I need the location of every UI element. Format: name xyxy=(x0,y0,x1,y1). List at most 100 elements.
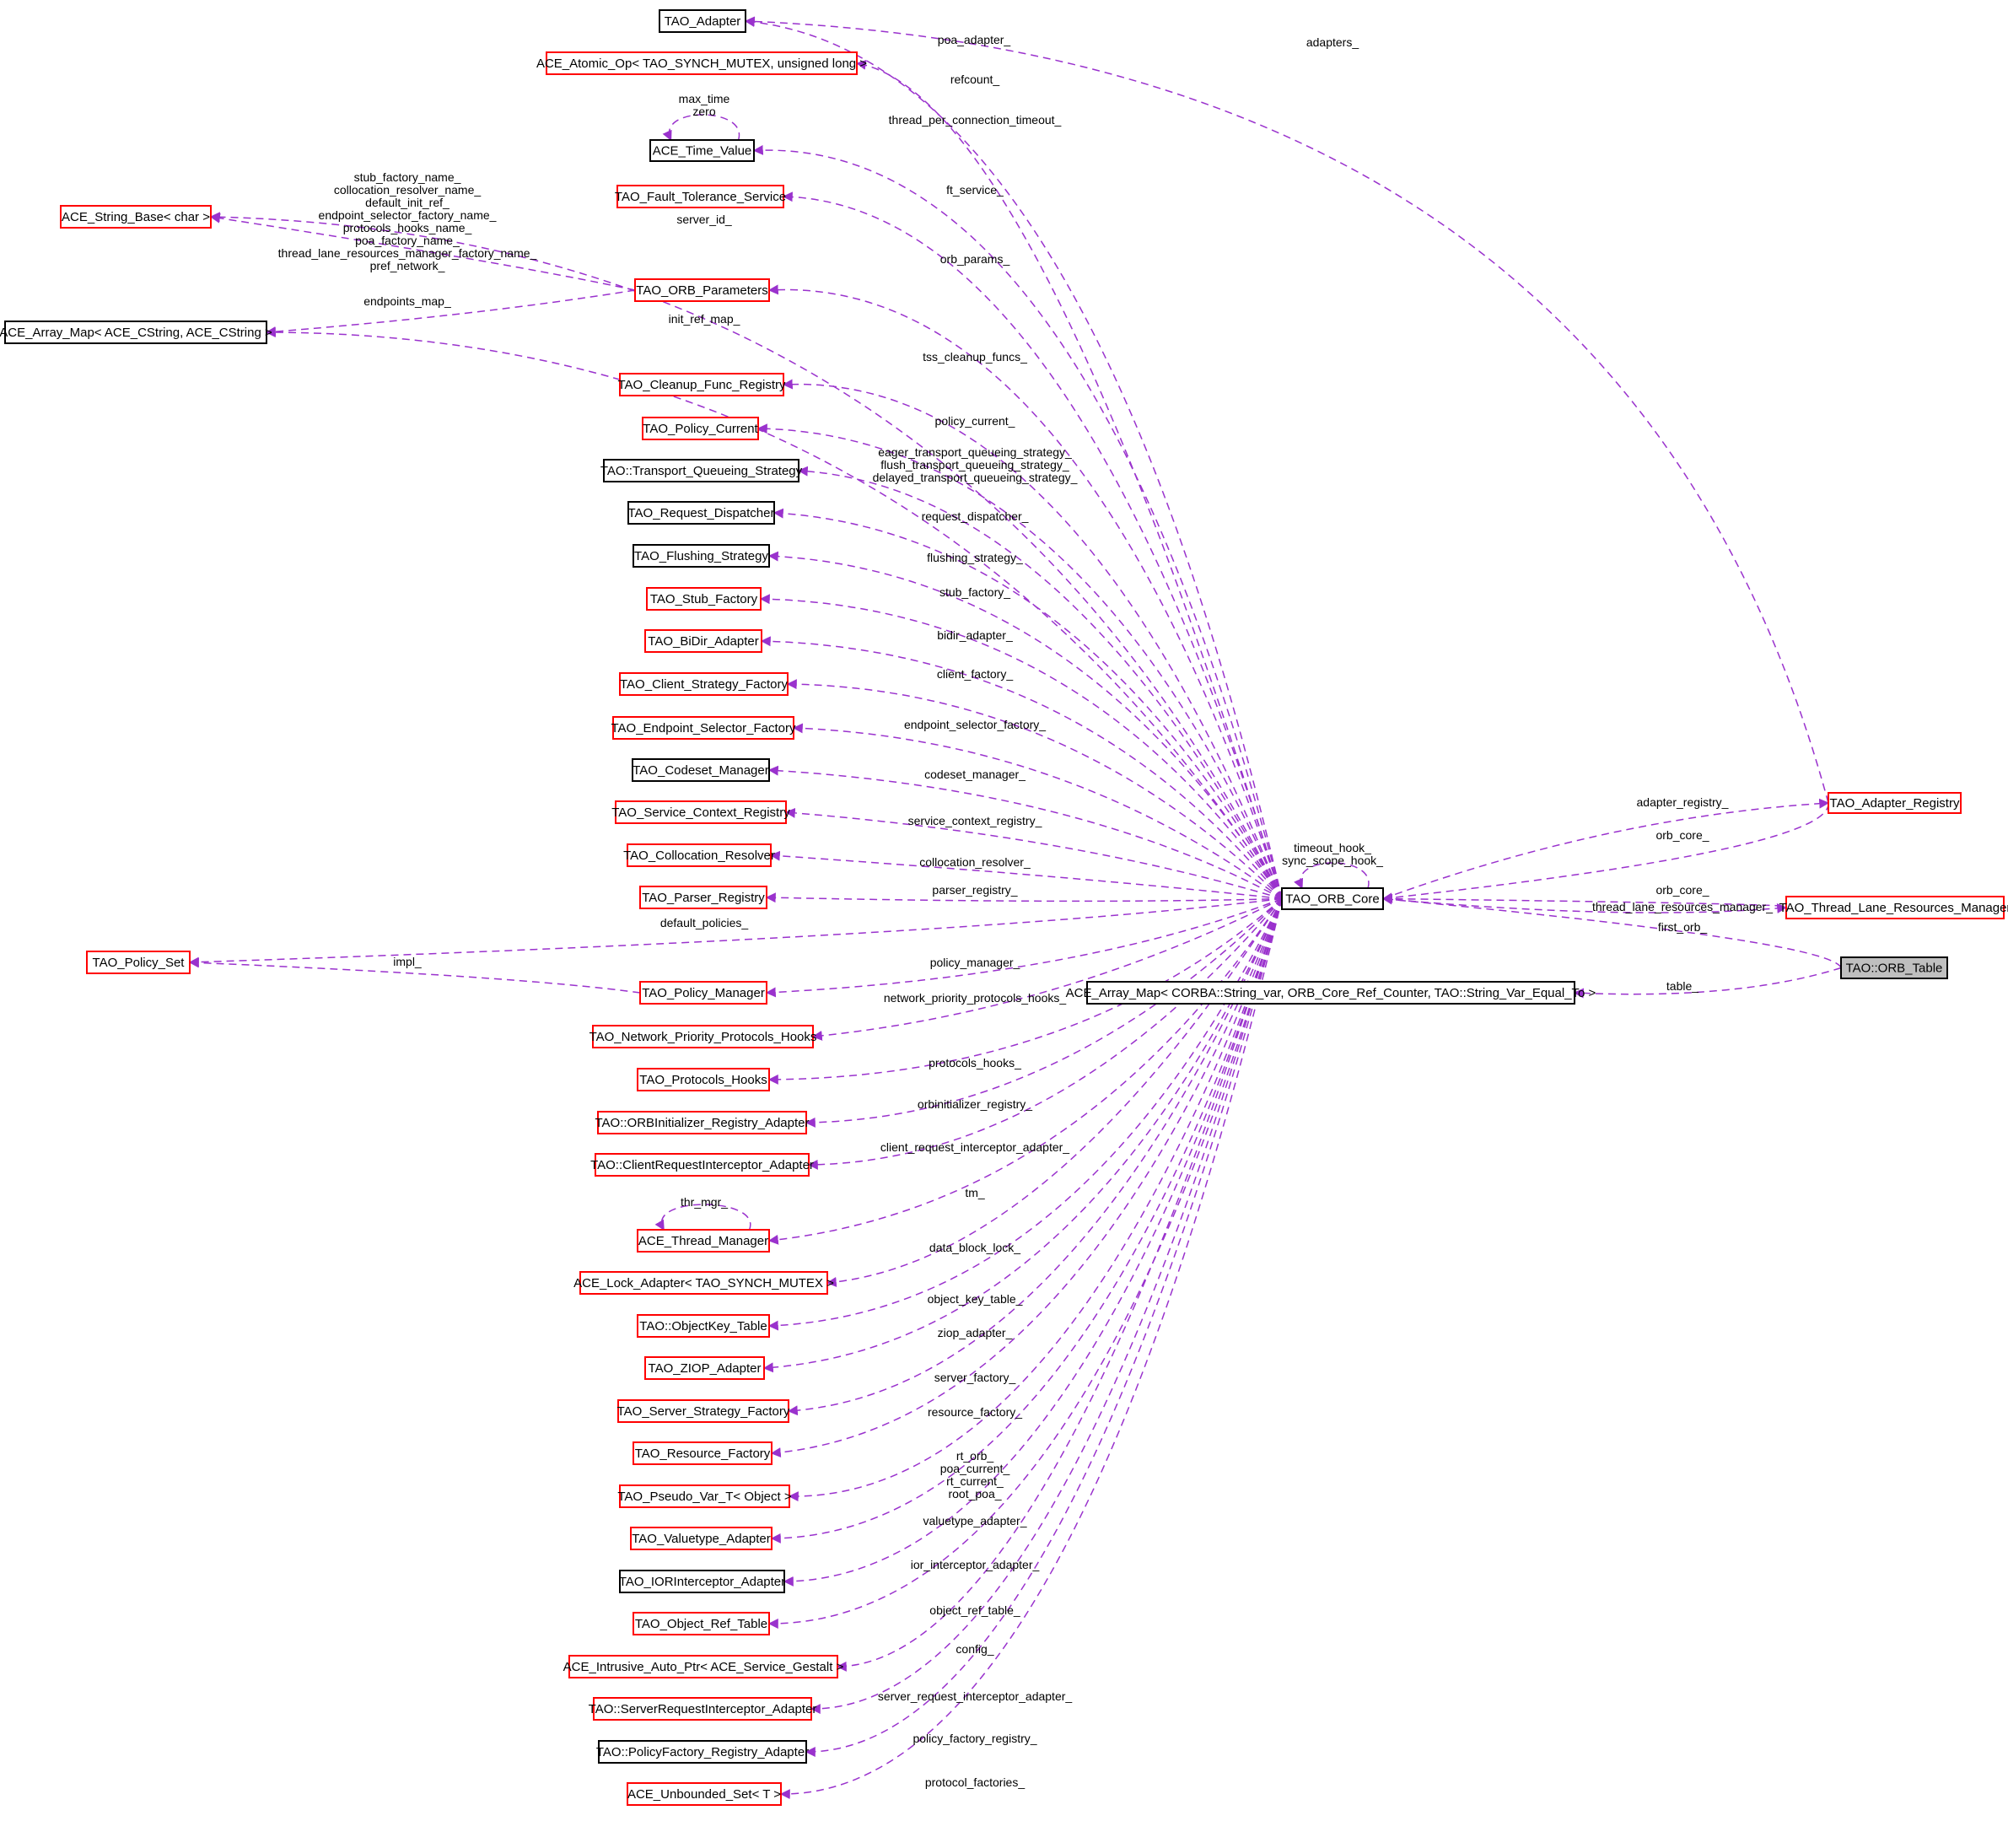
edge-label: orb_params_ xyxy=(940,252,1010,266)
node-tao-request-dispatcher[interactable]: TAO_Request_Dispatcher xyxy=(627,501,775,525)
edge-label: policy_factory_registry_ xyxy=(912,1732,1036,1745)
node-tao-resource-factory[interactable]: TAO_Resource_Factory xyxy=(633,1441,773,1465)
edge-label: object_key_table_ xyxy=(928,1292,1023,1306)
node-ace-array-map-corba[interactable]: ACE_Array_Map< CORBA::String_var, ORB_Co… xyxy=(1066,981,1596,1005)
edge-label: flushing_strategy_ xyxy=(927,551,1023,564)
node-tao-pseudo-var-t[interactable]: TAO_Pseudo_Var_T< Object > xyxy=(617,1484,792,1508)
edge-label: thread_lane_resources_manager_factory_na… xyxy=(278,246,537,260)
node-tao-policy-current[interactable]: TAO_Policy_Current xyxy=(642,417,759,440)
edge-label: default_init_ref_ xyxy=(365,196,450,209)
node-tao-cleanup-func-registry[interactable]: TAO_Cleanup_Func_Registry xyxy=(618,373,786,396)
edge-label: pref_network_ xyxy=(370,259,445,272)
edge-label: rt_orb_ xyxy=(956,1449,994,1463)
edge-label: endpoint_selector_factory_ xyxy=(904,718,1046,731)
node-label: TAO_Adapter xyxy=(665,14,741,29)
node-tao-orb-table[interactable]: TAO::ORB_Table xyxy=(1840,956,1948,979)
node-label: TAO::ORBInitializer_Registry_Adapter xyxy=(595,1116,810,1130)
node-label: ACE_Array_Map< CORBA::String_var, ORB_Co… xyxy=(1066,986,1596,1000)
edge-tao-orb-core-to-tao-transport-queueing-strategy xyxy=(797,466,1283,899)
edge-label: thread_lane_resources_manager_ xyxy=(1592,900,1773,913)
node-label: TAO_Codeset_Manager xyxy=(633,763,768,778)
node-label: TAO_Policy_Current xyxy=(643,422,758,436)
node-label: TAO_Parser_Registry xyxy=(642,891,765,905)
edge-label: server_id_ xyxy=(676,213,732,226)
edge-tao-adapter-registry-to-tao-orb-core xyxy=(1381,802,1829,903)
node-tao-bidir-adapter[interactable]: TAO_BiDir_Adapter xyxy=(644,629,762,653)
edge-tao-orb-core-to-ace-time-value xyxy=(752,144,1283,899)
edge-label: ziop_adapter_ xyxy=(938,1326,1013,1339)
node-tao-policy-set[interactable]: TAO_Policy_Set xyxy=(86,951,191,974)
node-tao-object-ref-table[interactable]: TAO_Object_Ref_Table xyxy=(633,1612,770,1635)
node-ace-thread-manager[interactable]: ACE_Thread_Manager xyxy=(637,1229,770,1253)
node-tao-ziop-adapter[interactable]: TAO_ZIOP_Adapter xyxy=(644,1356,765,1380)
node-tao-protocols-hooks[interactable]: TAO_Protocols_Hooks xyxy=(637,1068,770,1091)
edge-label: table_ xyxy=(1666,979,1698,993)
edge-label: thread_per_connection_timeout_ xyxy=(889,113,1062,127)
node-ace-array-map-cstring[interactable]: ACE_Array_Map< ACE_CString, ACE_CString … xyxy=(0,321,272,344)
edge-label: root_poa_ xyxy=(948,1487,1001,1500)
edge-tao-orb-core-to-tao-request-dispatcher xyxy=(773,508,1283,899)
edge-tao-orb-core-to-tao-stub-factory xyxy=(759,594,1283,899)
node-tao-serverrequestinterceptor-adapter[interactable]: TAO::ServerRequestInterceptor_Adapter xyxy=(589,1697,817,1721)
node-tao-orb-core[interactable]: TAO_ORB_Core xyxy=(1281,887,1384,910)
node-ace-lock-adapter[interactable]: ACE_Lock_Adapter< TAO_SYNCH_MUTEX > xyxy=(573,1271,834,1295)
node-tao-orbinitializer-registry-adapter[interactable]: TAO::ORBInitializer_Registry_Adapter xyxy=(595,1111,810,1134)
node-label: ACE_Intrusive_Auto_Ptr< ACE_Service_Gest… xyxy=(563,1660,844,1674)
edge-tao-orb-core-to-tao-clientrequestinterceptor-adapter xyxy=(807,898,1283,1170)
edge-label: object_ref_table_ xyxy=(929,1603,1020,1617)
node-label: TAO_Pseudo_Var_T< Object > xyxy=(617,1490,791,1504)
edge-label: zero xyxy=(692,105,715,118)
edge-label: policy_current_ xyxy=(935,414,1015,428)
edge-tao-orb-core-to-tao-serverrequestinterceptor-adapter xyxy=(810,898,1283,1715)
node-tao-parser-registry[interactable]: TAO_Parser_Registry xyxy=(639,886,767,909)
node-tao-adapter-registry[interactable]: TAO_Adapter_Registry xyxy=(1828,792,1962,814)
edge-label: valuetype_adapter_ xyxy=(923,1514,1027,1527)
node-tao-service-context-registry[interactable]: TAO_Service_Context_Registry xyxy=(611,800,790,824)
node-label: TAO_Fault_Tolerance_Service xyxy=(615,190,786,204)
node-tao-transport-queueing-strategy[interactable]: TAO::Transport_Queueing_Strategy xyxy=(600,459,803,482)
node-tao-fault-tolerance-service[interactable]: TAO_Fault_Tolerance_Service xyxy=(615,185,786,208)
node-tao-orb-parameters[interactable]: TAO_ORB_Parameters xyxy=(634,278,770,302)
node-tao-endpoint-selector-factory[interactable]: TAO_Endpoint_Selector_Factory xyxy=(611,716,796,740)
node-label: ACE_Array_Map< ACE_CString, ACE_CString … xyxy=(0,326,272,340)
node-tao-valuetype-adapter[interactable]: TAO_Valuetype_Adapter xyxy=(630,1527,773,1550)
node-tao-thread-lane-resources-manager[interactable]: TAO_Thread_Lane_Resources_Manager xyxy=(1779,896,2008,919)
node-tao-policyfactory-registry-adapter[interactable]: TAO::PolicyFactory_Registry_Adapter xyxy=(596,1740,809,1764)
node-ace-time-value[interactable]: ACE_Time_Value xyxy=(649,139,755,162)
edge-label: policy_manager_ xyxy=(930,956,1020,969)
node-tao-codeset-manager[interactable]: TAO_Codeset_Manager xyxy=(632,758,770,782)
edge-ace-time-value-to-ace-time-value xyxy=(662,114,740,142)
node-label: TAO::PolicyFactory_Registry_Adapter xyxy=(596,1745,809,1759)
node-tao-stub-factory[interactable]: TAO_Stub_Factory xyxy=(646,587,762,611)
node-label: TAO_Adapter_Registry xyxy=(1830,796,1960,811)
node-label: ACE_Unbounded_Set< T > xyxy=(627,1787,781,1802)
edge-label: tm_ xyxy=(965,1186,985,1199)
node-ace-atomic-op[interactable]: ACE_Atomic_Op< TAO_SYNCH_MUTEX, unsigned… xyxy=(536,51,867,75)
node-label: TAO_IORInterceptor_Adapter xyxy=(619,1575,785,1589)
node-label: ACE_Atomic_Op< TAO_SYNCH_MUTEX, unsigned… xyxy=(536,57,867,71)
node-tao-policy-manager[interactable]: TAO_Policy_Manager xyxy=(639,981,767,1005)
node-label: TAO_Protocols_Hooks xyxy=(639,1073,767,1087)
node-ace-string-base[interactable]: ACE_String_Base< char > xyxy=(60,205,212,229)
edge-label: ior_interceptor_adapter_ xyxy=(911,1558,1040,1571)
edge-label: timeout_hook_ xyxy=(1294,841,1371,854)
node-tao-clientrequestinterceptor-adapter[interactable]: TAO::ClientRequestInterceptor_Adapter xyxy=(590,1153,814,1177)
edge-label: delayed_transport_queueing_strategy_ xyxy=(873,471,1078,484)
node-tao-flushing-strategy[interactable]: TAO_Flushing_Strategy xyxy=(633,544,770,568)
node-tao-client-strategy-factory[interactable]: TAO_Client_Strategy_Factory xyxy=(619,672,789,696)
node-tao-adapter[interactable]: TAO_Adapter xyxy=(659,9,746,33)
node-ace-intrusive-auto-ptr[interactable]: ACE_Intrusive_Auto_Ptr< ACE_Service_Gest… xyxy=(563,1655,844,1678)
node-ace-unbounded-set[interactable]: ACE_Unbounded_Set< T > xyxy=(627,1782,782,1806)
edge-label: poa_current_ xyxy=(940,1462,1010,1475)
node-label: TAO_Cleanup_Func_Registry xyxy=(618,378,786,392)
node-tao-iorinterceptor-adapter[interactable]: TAO_IORInterceptor_Adapter xyxy=(619,1570,785,1593)
edge-label: protocol_factories_ xyxy=(925,1775,1026,1789)
node-tao-objectkey-table[interactable]: TAO::ObjectKey_Table xyxy=(637,1314,770,1338)
edge-label: orbinitializer_registry_ xyxy=(918,1097,1032,1111)
node-tao-network-priority-protocols-hooks[interactable]: TAO_Network_Priority_Protocols_Hooks xyxy=(589,1025,817,1048)
edge-label: eager_transport_queueing_strategy_ xyxy=(878,445,1072,459)
node-tao-server-strategy-factory[interactable]: TAO_Server_Strategy_Factory xyxy=(617,1399,790,1423)
node-tao-collocation-resolver[interactable]: TAO_Collocation_Resolver xyxy=(623,843,775,867)
node-label: TAO::Transport_Queueing_Strategy xyxy=(600,464,803,478)
node-label: TAO_Stub_Factory xyxy=(650,592,758,606)
